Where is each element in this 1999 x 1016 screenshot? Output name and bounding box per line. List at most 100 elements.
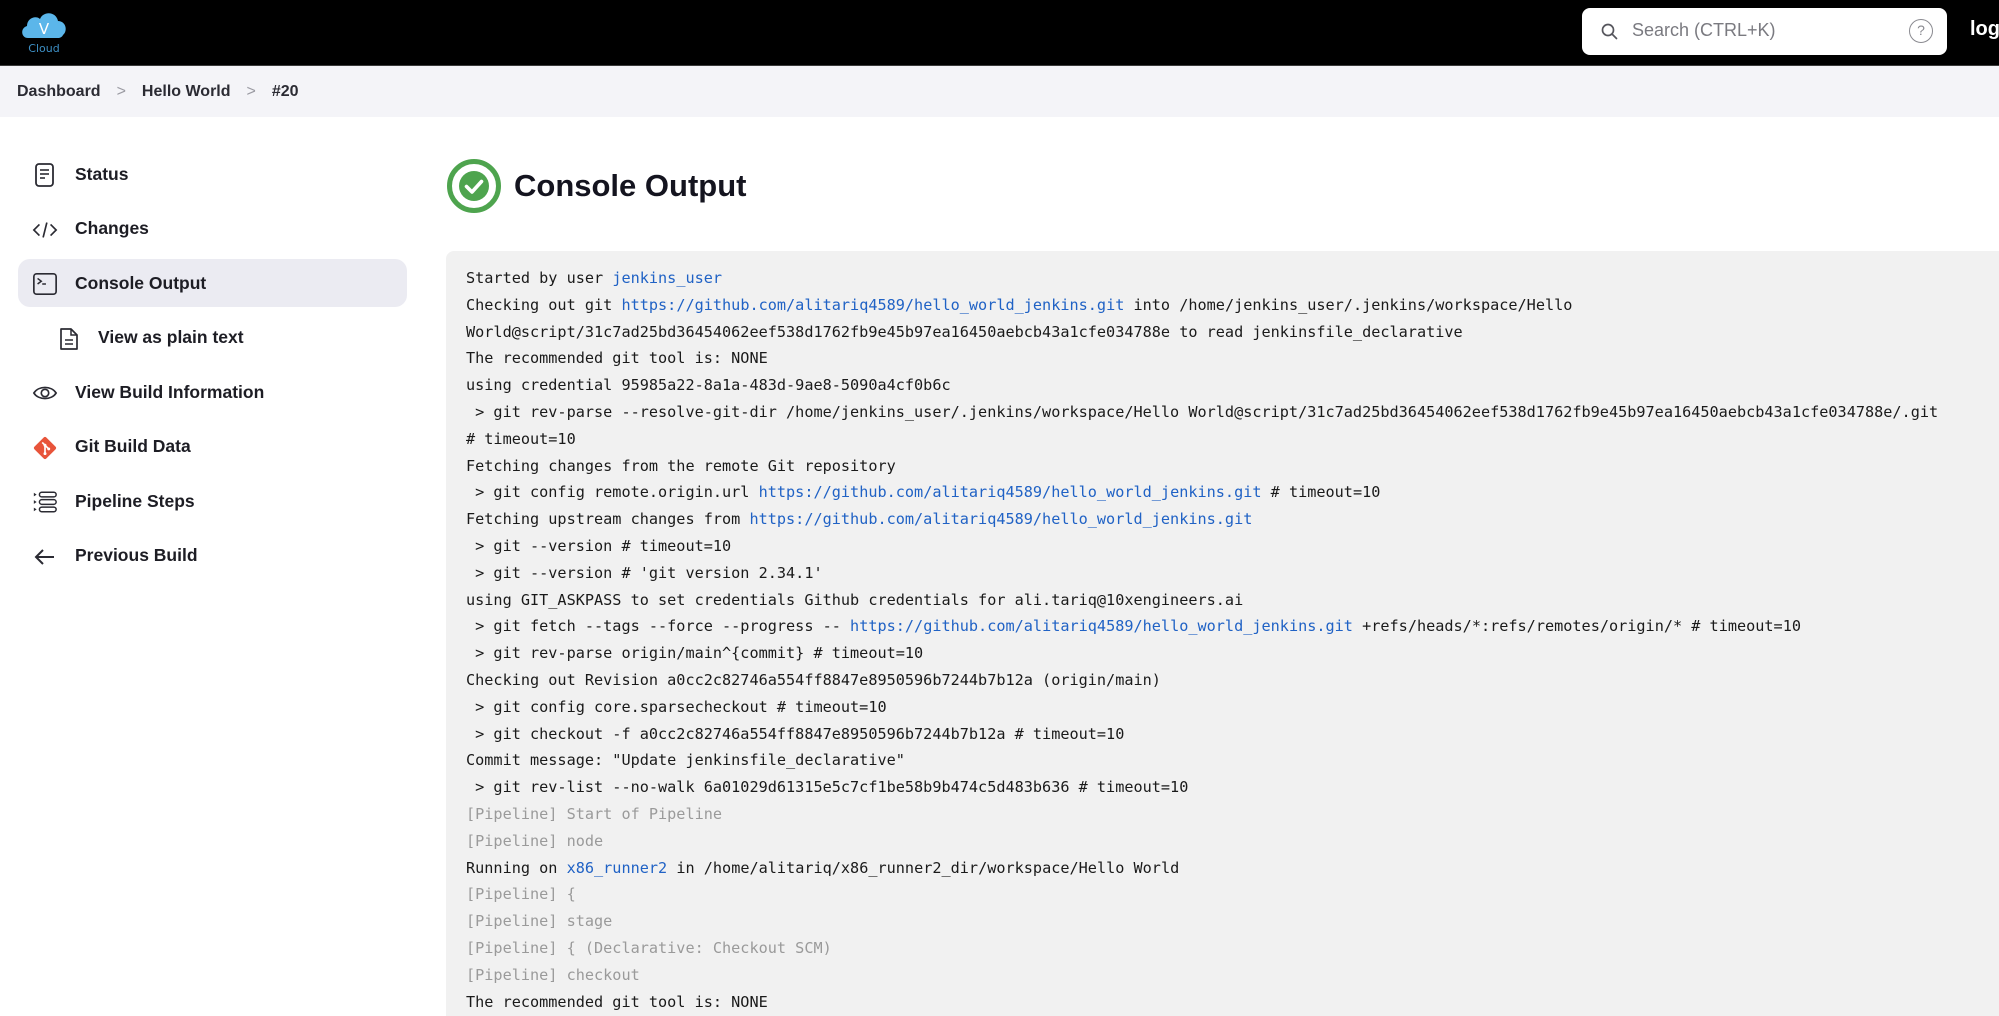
console-line: World@script/31c7ad25bd36454062eef538d17… — [466, 319, 1999, 346]
console-text: using credential 95985a22-8a1a-483d-9ae8… — [466, 376, 951, 395]
file-text-icon — [56, 326, 82, 352]
console-text: # timeout=10 — [466, 429, 576, 448]
search-input[interactable]: Search (CTRL+K) — [1632, 20, 1776, 41]
console-line: > git checkout -f a0cc2c82746a554ff8847e… — [466, 721, 1999, 748]
console-link[interactable]: https://github.com/alitariq4589/hello_wo… — [759, 483, 1262, 501]
console-link[interactable]: https://github.com/alitariq4589/hello_wo… — [749, 510, 1252, 528]
console-output[interactable]: Started by user jenkins_user Checking out… — [446, 251, 1999, 1016]
console-line: Fetching changes from the remote Git rep… — [466, 453, 1999, 480]
console-text: in /home/alitariq/x86_runner2_dir/worksp… — [667, 858, 1180, 877]
console-pipeline-line: [Pipeline] Start of Pipeline — [466, 801, 1999, 828]
login-link[interactable]: log in — [1970, 18, 1999, 41]
console-line: Checking out Revision a0cc2c82746a554ff8… — [466, 667, 1999, 694]
console-text: into /home/jenkins_user/.jenkins/workspa… — [1124, 295, 1573, 314]
console-line: > git config core.sparsecheckout # timeo… — [466, 694, 1999, 721]
cloud-logo[interactable]: V Cloud — [18, 6, 70, 56]
console-text: > git --version # 'git version 2.34.1' — [466, 563, 823, 582]
console-text: using GIT_ASKPASS to set credentials Git… — [466, 590, 1244, 609]
console-line: > git config remote.origin.url https://g… — [466, 479, 1999, 506]
console-line: > git rev-parse origin/main^{commit} # t… — [466, 640, 1999, 667]
sidebar-item-view-build-information[interactable]: View Build Information — [18, 368, 407, 416]
eye-icon — [32, 380, 58, 406]
arrow-left-icon — [32, 544, 58, 570]
console-link[interactable]: jenkins_user — [612, 269, 722, 287]
sidebar-item-label: Pipeline Steps — [75, 490, 195, 511]
console-text: [Pipeline] node — [466, 831, 604, 850]
console-pipeline-line: [Pipeline] stage — [466, 908, 1999, 935]
console-link[interactable]: https://github.com/alitariq4589/hello_wo… — [621, 296, 1124, 314]
console-pipeline-line: [Pipeline] { — [466, 881, 1999, 908]
sidebar-item-label: Console Output — [75, 272, 207, 293]
console-text: World@script/31c7ad25bd36454062eef538d17… — [466, 322, 1463, 341]
console-text: > git fetch --tags --force --progress -- — [466, 617, 851, 636]
console-line: using GIT_ASKPASS to set credentials Git… — [466, 587, 1999, 614]
console-text: [Pipeline] Start of Pipeline — [466, 804, 723, 823]
terminal-icon — [32, 271, 58, 297]
console-line: > git --version # 'git version 2.34.1' — [466, 560, 1999, 587]
console-text: Running on — [466, 858, 567, 877]
console-line: > git rev-list --no-walk 6a01029d61315e5… — [466, 774, 1999, 801]
console-line: > git --version # timeout=10 — [466, 533, 1999, 560]
console-text: [Pipeline] stage — [466, 912, 613, 931]
breadcrumb: Dashboard > Hello World > #20 — [0, 65, 1999, 117]
sidebar: Status Changes Console Output View as pl… — [18, 150, 407, 586]
console-text: Commit message: "Update jenkinsfile_decl… — [466, 751, 905, 770]
sidebar-item-view-plain-text[interactable]: View as plain text — [18, 314, 407, 362]
console-line: The recommended git tool is: NONE — [466, 989, 1999, 1016]
success-check-icon — [447, 159, 501, 213]
console-text: > git rev-parse --resolve-git-dir /home/… — [466, 402, 1939, 421]
list-steps-icon — [32, 489, 58, 515]
console-link[interactable]: https://github.com/alitariq4589/hello_wo… — [850, 617, 1353, 635]
breadcrumb-build-20[interactable]: #20 — [272, 83, 299, 101]
sidebar-item-label: View as plain text — [98, 327, 244, 347]
console-text: [Pipeline] { (Declarative: Checkout SCM) — [466, 938, 832, 957]
sidebar-item-status[interactable]: Status — [18, 150, 407, 198]
console-text: > git --version # timeout=10 — [466, 536, 732, 555]
console-text: Fetching upstream changes from — [466, 510, 750, 529]
console-line: Started by user jenkins_user — [466, 265, 1999, 292]
console-pipeline-line: [Pipeline] checkout — [466, 962, 1999, 989]
console-text: > git config remote.origin.url — [466, 483, 759, 502]
sidebar-item-label: View Build Information — [75, 381, 265, 402]
console-text: The recommended git tool is: NONE — [466, 992, 768, 1011]
search-box[interactable]: Search (CTRL+K) ? — [1582, 8, 1947, 55]
console-text: [Pipeline] { — [466, 885, 576, 904]
console-text: > git rev-parse origin/main^{commit} # t… — [466, 644, 924, 663]
sidebar-item-changes[interactable]: Changes — [18, 205, 407, 253]
status-document-icon — [32, 162, 58, 188]
sidebar-item-pipeline-steps[interactable]: Pipeline Steps — [18, 477, 407, 525]
console-text: > git rev-list --no-walk 6a01029d61315e5… — [466, 778, 1189, 797]
console-text: +refs/heads/*:refs/remotes/origin/* # ti… — [1352, 617, 1801, 636]
console-text: [Pipeline] checkout — [466, 965, 640, 984]
search-icon — [1601, 23, 1618, 40]
console-line: The recommended git tool is: NONE — [466, 345, 1999, 372]
breadcrumb-hello-world[interactable]: Hello World — [142, 83, 231, 101]
console-text: > git checkout -f a0cc2c82746a554ff8847e… — [466, 724, 1125, 743]
sidebar-item-label: Changes — [75, 218, 149, 238]
page-header: Console Output — [446, 156, 746, 216]
help-icon[interactable]: ? — [1909, 19, 1933, 43]
console-text: # timeout=10 — [1261, 483, 1381, 502]
console-line: using credential 95985a22-8a1a-483d-9ae8… — [466, 372, 1999, 399]
console-line: > git fetch --tags --force --progress --… — [466, 613, 1999, 640]
console-pipeline-line: [Pipeline] node — [466, 828, 1999, 855]
top-header: V Cloud Search (CTRL+K) ? log in — [0, 0, 1999, 65]
sidebar-item-label: Git Build Data — [75, 436, 191, 456]
chevron-right-icon: > — [246, 82, 256, 100]
cloud-logo-icon: V Cloud — [22, 13, 66, 55]
svg-text:Cloud: Cloud — [28, 42, 59, 55]
breadcrumb-dashboard[interactable]: Dashboard — [17, 83, 101, 101]
code-icon — [32, 217, 58, 243]
page-title: Console Output — [514, 168, 747, 203]
console-text: Checking out Revision a0cc2c82746a554ff8… — [466, 670, 1161, 689]
sidebar-item-console-output[interactable]: Console Output — [18, 259, 407, 307]
console-link[interactable]: x86_runner2 — [567, 859, 668, 877]
sidebar-item-label: Status — [75, 163, 129, 184]
sidebar-item-label: Previous Build — [75, 545, 198, 565]
sidebar-item-git-build-data[interactable]: Git Build Data — [18, 423, 407, 471]
console-line: Running on x86_runner2 in /home/alitariq… — [466, 855, 1999, 882]
svg-text:V: V — [39, 20, 50, 38]
console-text: Checking out git — [466, 295, 622, 314]
sidebar-item-previous-build[interactable]: Previous Build — [18, 532, 407, 580]
console-text: The recommended git tool is: NONE — [466, 349, 768, 368]
